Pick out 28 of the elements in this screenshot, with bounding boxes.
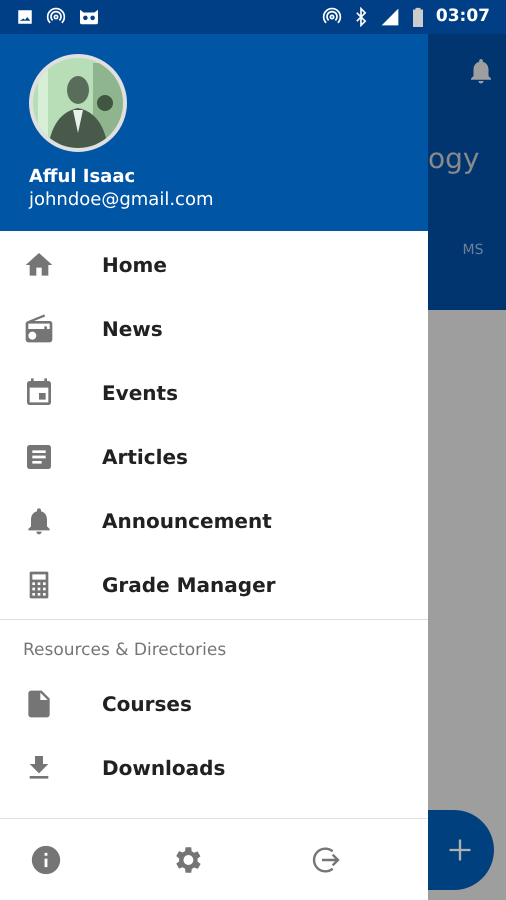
profile-email: johndoe@gmail.com: [29, 188, 214, 212]
section-heading: Resources & Directories: [22, 639, 228, 662]
menu-item-label: Events: [102, 380, 178, 407]
battery-icon: [412, 7, 424, 27]
image-icon: [16, 8, 34, 26]
menu-item-label: Announcement: [102, 508, 272, 535]
app-title: ogy: [428, 141, 480, 177]
menu-item[interactable]: Grade Manager: [0, 553, 428, 617]
profile-name: Afful Isaac: [29, 166, 136, 188]
status-time: 03:07: [436, 5, 490, 28]
menu-item-label: Articles: [102, 444, 188, 471]
menu-item[interactable]: Announcement: [0, 489, 428, 553]
menu-item[interactable]: Downloads: [0, 736, 428, 800]
menu-item-label: Home: [102, 252, 167, 279]
menu-item[interactable]: Home: [0, 233, 428, 297]
menu-item[interactable]: News: [0, 297, 428, 361]
signal-icon: [380, 7, 400, 27]
bluetooth-icon: [354, 7, 368, 27]
menu-item[interactable]: Courses: [0, 672, 428, 736]
menu-item-label: News: [102, 316, 163, 343]
menu-item[interactable]: Events: [0, 361, 428, 425]
add-fab[interactable]: [426, 810, 494, 890]
menu-item-label: Grade Manager: [102, 572, 276, 599]
menu-item-label: Downloads: [102, 754, 226, 782]
radio-icon: [23, 313, 55, 345]
menu-item[interactable]: Articles: [0, 425, 428, 489]
robot-icon: [78, 8, 100, 26]
menu-item-label: Courses: [102, 690, 192, 718]
